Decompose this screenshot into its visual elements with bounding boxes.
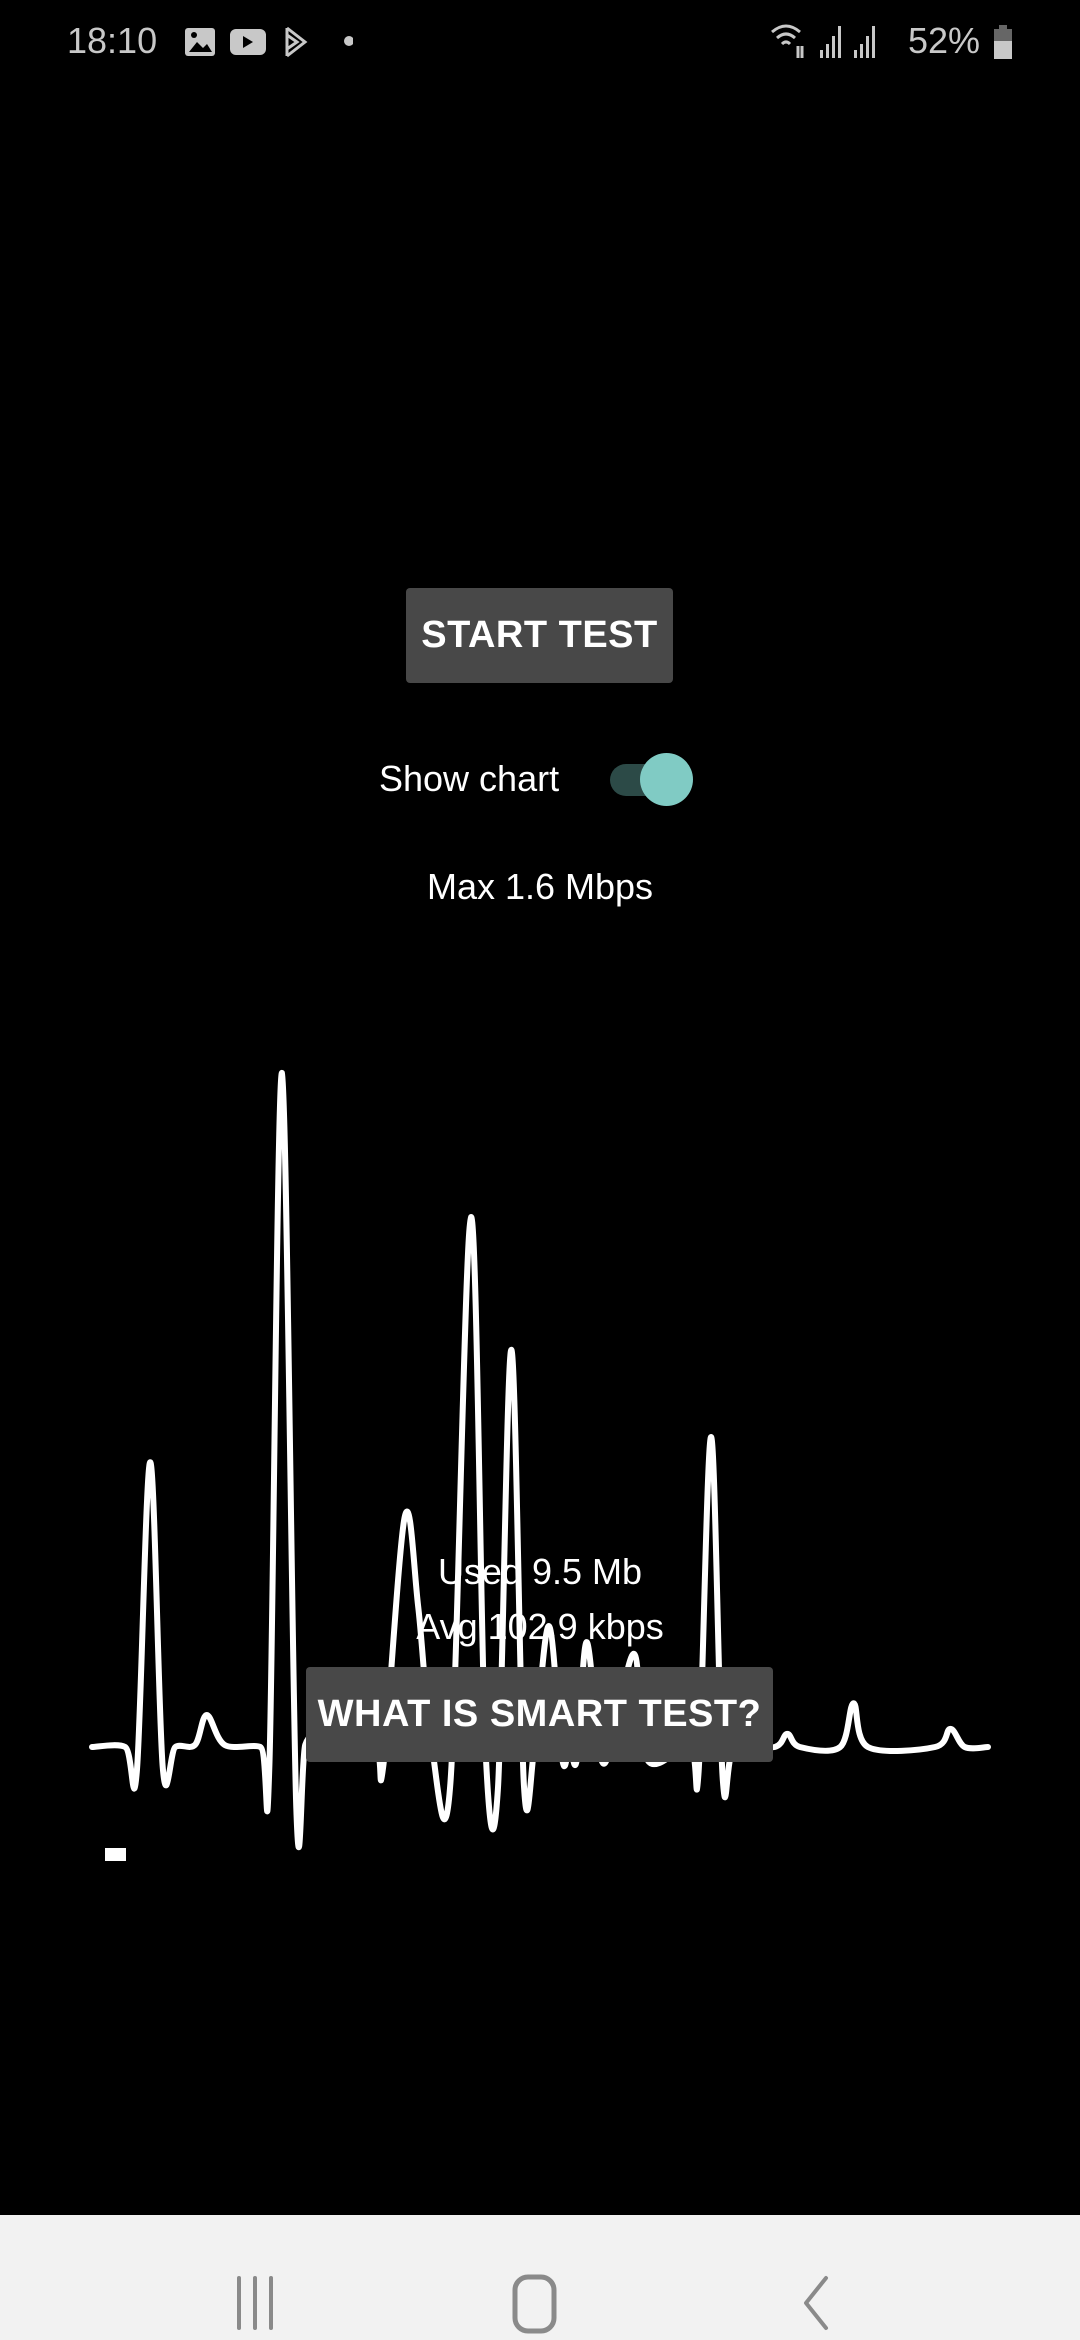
start-test-button[interactable]: START TEST xyxy=(406,588,673,683)
signal-icon xyxy=(820,26,841,58)
play-store-icon xyxy=(285,26,308,58)
recents-icon[interactable] xyxy=(230,2273,280,2333)
back-icon[interactable] xyxy=(798,2273,834,2333)
dot-icon xyxy=(344,36,353,46)
toggle-thumb xyxy=(640,753,693,806)
battery-percent: 52% xyxy=(908,20,981,61)
show-chart-label: Show chart xyxy=(379,758,560,799)
home-icon[interactable] xyxy=(510,2273,560,2335)
max-speed-text: Max 1.6 Mbps xyxy=(426,866,654,907)
show-chart-toggle[interactable] xyxy=(605,748,700,812)
speed-chart xyxy=(89,1069,991,1861)
status-bar: 18:10 52% xyxy=(0,0,1080,80)
avg-speed-text: Avg 102.9 kbps xyxy=(416,1606,664,1647)
what-is-smart-test-button[interactable]: WHAT IS SMART TEST? xyxy=(306,1667,773,1762)
chart-marker xyxy=(105,1848,126,1861)
navigation-bar xyxy=(0,2215,1080,2340)
gallery-icon xyxy=(185,28,215,56)
battery-icon xyxy=(994,25,1012,59)
signal-icon xyxy=(854,26,875,58)
used-data-text: Used 9.5 Mb xyxy=(437,1551,643,1592)
youtube-icon xyxy=(230,29,266,55)
wifi-icon xyxy=(771,24,804,58)
notification-icons xyxy=(185,26,353,58)
system-icons xyxy=(771,24,875,58)
status-time: 18:10 xyxy=(67,20,158,61)
